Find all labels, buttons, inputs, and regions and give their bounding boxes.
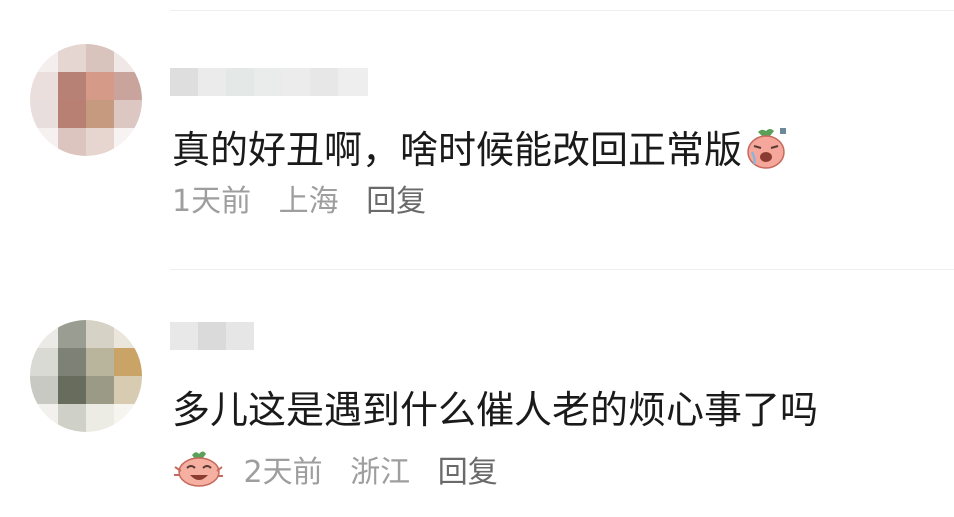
avatar[interactable] <box>30 44 142 156</box>
comment-location: 浙江 <box>350 455 411 490</box>
radish-crying-emoji-icon <box>744 126 788 179</box>
comment-meta: 2天前 浙江 回复 <box>172 449 516 498</box>
username[interactable] <box>170 322 254 350</box>
comment-location: 上海 <box>278 184 339 219</box>
comment-time: 2天前 <box>243 455 323 490</box>
reply-button[interactable]: 回复 <box>366 184 426 219</box>
reply-button[interactable]: 回复 <box>438 455 498 490</box>
radish-laughing-emoji-icon <box>172 449 224 498</box>
comment-text-content: 真的好丑啊，啥时候能改回正常版 <box>172 128 743 172</box>
comment-text-content: 多儿这是遇到什么催人老的烦心事了吗 <box>172 388 819 432</box>
comment-meta: 1天前 上海 回复 <box>172 184 444 220</box>
avatar[interactable] <box>30 320 142 432</box>
comment-text: 多儿这是遇到什么催人老的烦心事了吗 <box>172 388 818 432</box>
comment-time: 1天前 <box>172 184 252 219</box>
comment-text: 真的好丑啊，啥时候能改回正常版 <box>172 126 788 179</box>
comment-divider <box>170 269 954 270</box>
username[interactable] <box>170 68 368 96</box>
top-divider <box>170 10 954 11</box>
